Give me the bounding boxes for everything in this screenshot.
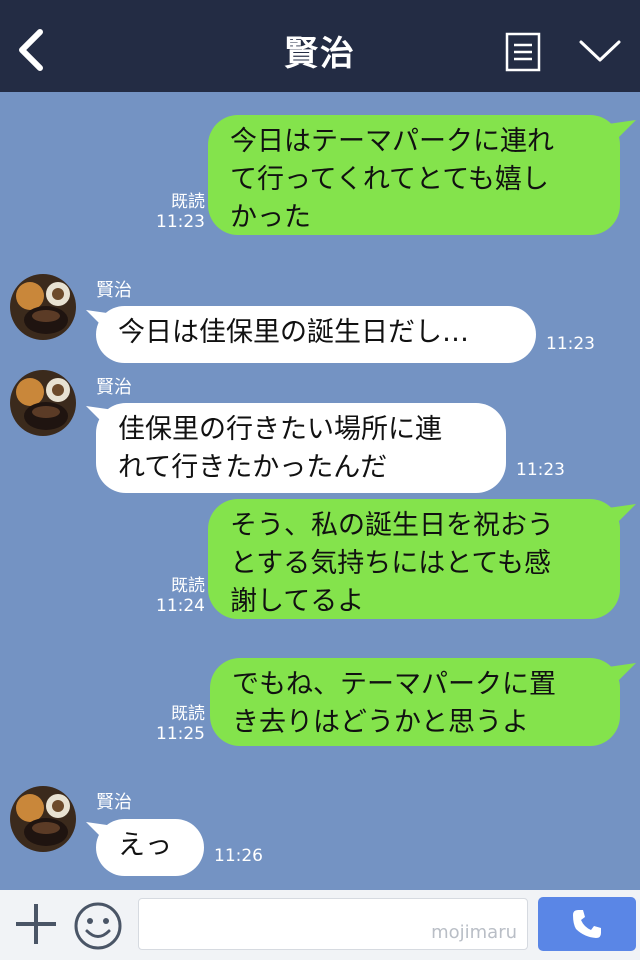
bubble-tail — [608, 663, 636, 685]
chat-area[interactable]: 既読 11:23 今日はテーマパークに連れ て行ってくれてとても嬉し かった 賢… — [0, 92, 640, 890]
smile-icon[interactable] — [72, 900, 124, 952]
avatar[interactable] — [10, 786, 76, 852]
message-meta: 既読 11:23 — [150, 192, 205, 232]
sender-name: 賢治 — [96, 792, 132, 813]
message-time: 11:26 — [214, 846, 263, 866]
read-receipt: 既読 — [171, 576, 205, 596]
message-time: 11:23 — [156, 212, 205, 232]
plus-icon[interactable] — [12, 900, 60, 948]
incoming-message-bubble[interactable]: 佳保里の行きたい場所に連 れて行きたかったんだ — [96, 403, 506, 493]
phone-icon — [573, 910, 601, 938]
avatar-image — [10, 370, 76, 436]
outgoing-message-bubble[interactable]: でもね、テーマパークに置 き去りはどうかと思うよ — [210, 658, 620, 746]
avatar[interactable] — [10, 274, 76, 340]
incoming-message-bubble[interactable]: 今日は佳保里の誕生日だし… — [96, 306, 536, 363]
sender-name: 賢治 — [96, 377, 132, 398]
avatar[interactable] — [10, 370, 76, 436]
chat-header: 賢治 — [0, 0, 640, 92]
outgoing-message-bubble[interactable]: そう、私の誕生日を祝おう とする気持ちにはとても感 謝してるよ — [208, 499, 620, 619]
avatar-image — [10, 786, 76, 852]
call-button[interactable] — [538, 897, 636, 951]
message-input[interactable]: mojimaru — [138, 898, 528, 950]
bubble-tail — [608, 120, 636, 142]
message-time: 11:25 — [156, 724, 205, 744]
message-time: 11:23 — [546, 334, 595, 354]
message-meta: 既読 11:24 — [150, 576, 205, 616]
avatar-image — [10, 274, 76, 340]
chevron-down-icon[interactable] — [578, 36, 622, 66]
outgoing-message-bubble[interactable]: 今日はテーマパークに連れ て行ってくれてとても嬉し かった — [208, 115, 620, 235]
message-time: 11:24 — [156, 596, 205, 616]
read-receipt: 既読 — [171, 192, 205, 212]
watermark: mojimaru — [431, 922, 517, 943]
chat-title: 賢治 — [284, 34, 356, 74]
menu-icon[interactable] — [505, 32, 541, 72]
sender-name: 賢治 — [96, 280, 132, 301]
read-receipt: 既読 — [171, 704, 205, 724]
bubble-tail — [608, 504, 636, 526]
message-time: 11:23 — [516, 460, 565, 480]
incoming-message-bubble[interactable]: えっ — [96, 819, 204, 876]
message-meta: 既読 11:25 — [150, 704, 205, 744]
